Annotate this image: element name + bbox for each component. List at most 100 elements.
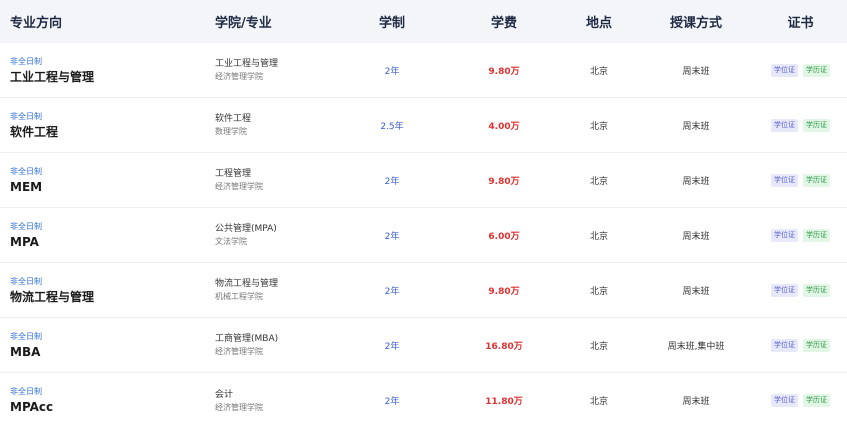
major-name[interactable]: MPAcc [10, 400, 196, 414]
location-value: 北京 [589, 231, 608, 242]
school-name: 机械工程学院 [215, 292, 263, 301]
table-row[interactable]: 非全日制 MBA 工商管理(MBA) 经济管理学院 2年 16.80万 北京 周… [0, 318, 847, 373]
table-row[interactable]: 非全日制 物流工程与管理 物流工程与管理 机械工程学院 2年 9.80万 北京 … [0, 263, 847, 318]
table-row[interactable]: 非全日制 MPAcc 会计 经济管理学院 2年 11.80万 北京 周末班 学位… [0, 373, 847, 428]
diploma-certificate-badge: 学历证 [803, 63, 830, 77]
study-type-badge: 非全日制 [10, 331, 42, 341]
major-cell: 非全日制 软件工程 [0, 112, 196, 139]
diploma-certificate-badge: 学历证 [803, 394, 830, 407]
major-cell: 非全日制 工业工程与管理 [0, 57, 196, 84]
table-row[interactable]: 非全日制 MPA 公共管理(MPA) 文法学院 2年 6.00万 北京 周末班 … [0, 208, 847, 263]
school-cell: 会计 经济管理学院 [196, 389, 336, 413]
study-type-badge: 非全日制 [10, 56, 42, 66]
certificates-cell: 学位证 学历证 [754, 118, 847, 132]
study-type-badge: 非全日制 [10, 166, 42, 176]
fee-value: 9.80万 [488, 176, 520, 187]
school-major-name: 公共管理(MPA) [215, 224, 277, 234]
school-major-name: 物流工程与管理 [215, 279, 279, 289]
diploma-certificate-badge: 学历证 [803, 338, 830, 352]
location-value: 北京 [589, 341, 608, 352]
degree-certificate-badge: 学位证 [771, 394, 798, 407]
fee-value: 9.80万 [488, 286, 520, 297]
location-value: 北京 [589, 66, 608, 77]
table-row[interactable]: 非全日制 MEM 工程管理 经济管理学院 2年 9.80万 北京 周末班 学位证… [0, 153, 847, 208]
school-major-name: 软件工程 [215, 114, 252, 124]
table-header: 专业方向 学院/专业 学制 学费 地点 授课方式 证书 [0, 0, 847, 43]
major-name[interactable]: MEM [10, 180, 196, 194]
certificates-cell: 学位证 学历证 [754, 173, 847, 187]
fee-value: 9.80万 [488, 66, 520, 77]
fee-value: 6.00万 [488, 231, 520, 242]
major-name[interactable]: 软件工程 [10, 125, 196, 139]
school-major-name: 工程管理 [215, 169, 252, 179]
duration-value: 2年 [384, 397, 400, 407]
teaching-mode-value: 周末班 [682, 397, 710, 407]
diploma-certificate-badge: 学历证 [803, 228, 830, 242]
program-table: 专业方向 学院/专业 学制 学费 地点 授课方式 证书 非全日制 工业工程与管理… [0, 0, 847, 428]
table-row[interactable]: 非全日制 工业工程与管理 工业工程与管理 经济管理学院 2年 9.80万 北京 … [0, 43, 847, 98]
duration-value: 2年 [384, 231, 400, 242]
header-location: 地点 [585, 16, 612, 31]
teaching-mode-value: 周末班 [682, 66, 710, 77]
table-row[interactable]: 非全日制 软件工程 软件工程 数理学院 2.5年 4.00万 北京 周末班 学位… [0, 98, 847, 153]
school-name: 数理学院 [215, 127, 247, 136]
duration-value: 2年 [384, 286, 400, 297]
diploma-certificate-badge: 学历证 [803, 283, 830, 297]
certificates-cell: 学位证 学历证 [754, 63, 847, 77]
school-cell: 软件工程 数理学院 [196, 113, 336, 137]
major-name[interactable]: 工业工程与管理 [10, 70, 196, 84]
fee-value: 16.80万 [485, 341, 523, 352]
teaching-mode-value: 周末班,集中班 [667, 341, 725, 352]
degree-certificate-badge: 学位证 [771, 63, 798, 77]
school-cell: 工业工程与管理 经济管理学院 [196, 58, 336, 82]
teaching-mode-value: 周末班 [682, 121, 710, 132]
certificates-cell: 学位证 学历证 [754, 283, 847, 297]
teaching-mode-value: 周末班 [682, 176, 710, 187]
location-value: 北京 [589, 397, 608, 407]
teaching-mode-value: 周末班 [682, 286, 710, 297]
school-cell: 公共管理(MPA) 文法学院 [196, 223, 336, 247]
location-value: 北京 [589, 121, 608, 132]
duration-value: 2.5年 [380, 121, 404, 132]
diploma-certificate-badge: 学历证 [803, 118, 830, 132]
header-major-direction: 专业方向 [10, 16, 63, 31]
header-fee: 学费 [490, 16, 517, 31]
header-duration: 学制 [378, 16, 405, 31]
major-cell: 非全日制 MPA [0, 222, 196, 249]
degree-certificate-badge: 学位证 [771, 338, 798, 352]
school-major-name: 会计 [215, 389, 234, 400]
school-name: 文法学院 [215, 237, 247, 246]
major-name[interactable]: MPA [10, 235, 196, 249]
school-major-name: 工业工程与管理 [215, 59, 279, 69]
school-cell: 工程管理 经济管理学院 [196, 168, 336, 192]
degree-certificate-badge: 学位证 [771, 173, 798, 187]
certificate-badges: 学位证 学历证 [754, 394, 847, 407]
certificates-cell: 学位证 学历证 [754, 228, 847, 242]
major-name[interactable]: 物流工程与管理 [10, 290, 196, 304]
duration-value: 2年 [384, 341, 400, 352]
fee-value: 4.00万 [488, 121, 520, 132]
certificate-badges: 学位证 学历证 [754, 283, 847, 297]
teaching-mode-value: 周末班 [682, 231, 710, 242]
major-cell: 非全日制 MEM [0, 167, 196, 194]
study-type-badge: 非全日制 [10, 111, 42, 121]
degree-certificate-badge: 学位证 [771, 228, 798, 242]
certificate-badges: 学位证 学历证 [754, 338, 847, 352]
header-teaching-mode: 授课方式 [669, 16, 722, 31]
location-value: 北京 [589, 286, 608, 297]
major-name[interactable]: MBA [10, 345, 196, 359]
header-school-major: 学院/专业 [215, 16, 272, 31]
certificates-cell: 学位证 学历证 [754, 394, 847, 407]
study-type-badge: 非全日制 [10, 276, 42, 286]
certificate-badges: 学位证 学历证 [754, 63, 847, 77]
certificate-badges: 学位证 学历证 [754, 118, 847, 132]
duration-value: 2年 [384, 66, 400, 77]
school-cell: 工商管理(MBA) 经济管理学院 [196, 333, 336, 357]
school-major-name: 工商管理(MBA) [215, 334, 279, 344]
study-type-badge: 非全日制 [10, 387, 42, 396]
fee-value: 11.80万 [485, 397, 523, 407]
school-name: 经济管理学院 [215, 347, 263, 356]
major-cell: 非全日制 MBA [0, 332, 196, 359]
school-name: 经济管理学院 [215, 72, 263, 81]
major-cell: 非全日制 MPAcc [0, 387, 196, 414]
